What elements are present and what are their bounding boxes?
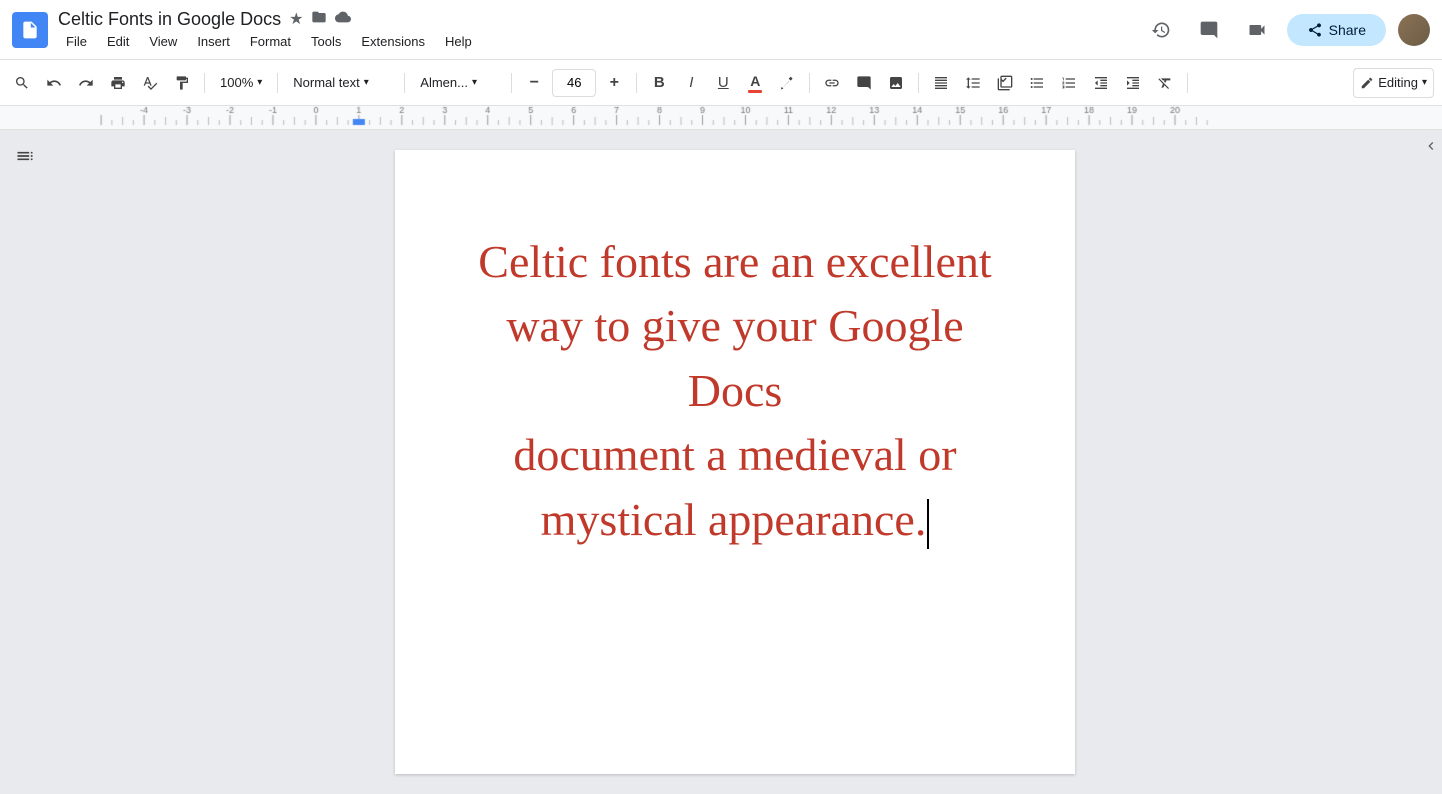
title-area: Celtic Fonts in Google Docs ★ File Edit … [58,9,1143,51]
comments-button[interactable] [1191,12,1227,48]
doc-title[interactable]: Celtic Fonts in Google Docs [58,9,281,30]
undo-button[interactable] [40,68,68,98]
doc-area[interactable]: Celtic fonts are an excellent way to giv… [50,130,1420,794]
paint-format-button[interactable] [168,68,196,98]
separator-7 [918,73,919,93]
sidebar-right [1420,130,1442,794]
separator-6 [809,73,810,93]
menu-format[interactable]: Format [242,32,299,51]
editing-mode-button[interactable]: Editing ▾ [1353,68,1434,98]
separator-3 [404,73,405,93]
collapse-panel-button[interactable] [1423,138,1439,157]
document-page: Celtic fonts are an excellent way to giv… [395,150,1075,774]
zoom-select[interactable]: 100% ▾ [213,68,269,98]
folder-icon[interactable] [311,9,327,30]
main-area: Celtic fonts are an excellent way to giv… [0,130,1442,794]
spellcheck-button[interactable] [136,68,164,98]
document-text-line3: document a medieval or [513,429,956,480]
clear-formatting-button[interactable] [1151,68,1179,98]
italic-button[interactable]: I [677,68,705,98]
share-button[interactable]: Share [1287,14,1386,46]
search-button[interactable] [8,68,36,98]
title-bar: Celtic Fonts in Google Docs ★ File Edit … [0,0,1442,60]
separator-1 [204,73,205,93]
menu-bar: File Edit View Insert Format Tools Exten… [58,32,1143,51]
underline-button[interactable]: U [709,68,737,98]
share-label: Share [1329,22,1366,38]
align-button[interactable] [927,68,955,98]
numbered-list-button[interactable] [1055,68,1083,98]
image-button[interactable] [882,68,910,98]
editing-mode-dropdown: ▾ [1422,77,1427,88]
document-text-line1: Celtic fonts are an excellent [478,236,991,287]
menu-edit[interactable]: Edit [99,32,137,51]
menu-tools[interactable]: Tools [303,32,349,51]
history-button[interactable] [1143,12,1179,48]
decrease-indent-button[interactable] [1087,68,1115,98]
font-family-dropdown-icon: ▾ [472,77,477,88]
font-size-box: 46 [552,69,596,97]
text-style-value: Normal text [293,75,359,90]
redo-button[interactable] [72,68,100,98]
link-button[interactable] [818,68,846,98]
text-cursor [927,499,929,550]
menu-extensions[interactable]: Extensions [353,32,433,51]
menu-file[interactable]: File [58,32,95,51]
outline-toggle[interactable] [15,146,35,171]
text-color-button[interactable]: A [741,68,769,98]
decrease-font-button[interactable]: − [520,68,548,98]
separator-2 [277,73,278,93]
zoom-value: 100% [220,75,253,90]
print-button[interactable] [104,68,132,98]
line-spacing-button[interactable] [959,68,987,98]
bold-button[interactable]: B [645,68,673,98]
increase-font-button[interactable]: + [600,68,628,98]
text-color-label: A [750,73,760,89]
menu-insert[interactable]: Insert [189,32,238,51]
ruler [0,106,1442,130]
font-family-select[interactable]: Almen... ▾ [413,68,503,98]
cloud-save-icon[interactable] [335,9,351,30]
increase-indent-button[interactable] [1119,68,1147,98]
document-text-line4: mystical appearance. [541,494,927,545]
comment-button[interactable] [850,68,878,98]
sidebar-left [0,130,50,794]
google-docs-icon[interactable] [12,12,48,48]
font-size-input[interactable]: 46 [559,75,589,90]
bullet-list-button[interactable] [1023,68,1051,98]
zoom-dropdown-icon: ▾ [257,77,262,88]
user-avatar[interactable] [1398,14,1430,46]
text-style-dropdown-icon: ▾ [364,77,369,88]
highlight-button[interactable] [773,68,801,98]
editing-mode-label: Editing [1378,75,1418,90]
star-icon[interactable]: ★ [289,9,303,29]
checklist-button[interactable] [991,68,1019,98]
separator-5 [636,73,637,93]
separator-4 [511,73,512,93]
meet-button[interactable] [1239,12,1275,48]
separator-8 [1187,73,1188,93]
document-text-line2: way to give your Google Docs [506,300,963,415]
toolbar: 100% ▾ Normal text ▾ Almen... ▾ − 46 + B… [0,60,1442,106]
page-content[interactable]: Celtic fonts are an excellent way to giv… [455,230,1015,552]
header-right: Share [1143,12,1430,48]
font-family-value: Almen... [420,75,468,90]
text-style-select[interactable]: Normal text ▾ [286,68,396,98]
text-color-indicator: A [748,73,762,93]
menu-help[interactable]: Help [437,32,480,51]
text-color-bar [748,90,762,93]
menu-view[interactable]: View [141,32,185,51]
